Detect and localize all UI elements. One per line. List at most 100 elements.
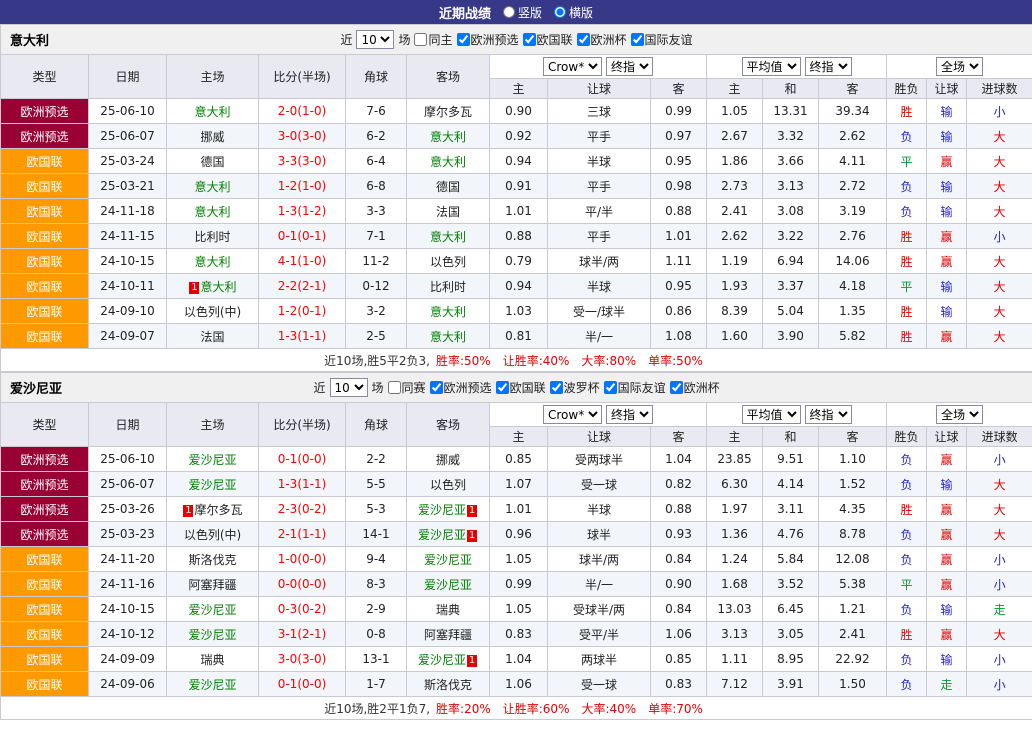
same-filter[interactable]: 同主: [414, 31, 452, 48]
sub-home-odds-header: 主: [490, 79, 548, 99]
result-outcome: 负: [887, 547, 927, 572]
rate-stat: 单率:50%: [648, 354, 703, 368]
competition-label: 波罗杯: [564, 379, 600, 396]
competition-type-badge: 欧国联: [1, 572, 89, 597]
avg-odds-stage-select[interactable]: 终指: [805, 405, 852, 424]
competition-filter[interactable]: 欧洲杯: [577, 31, 627, 48]
odds-stage-select[interactable]: 终指: [606, 405, 653, 424]
home-team-cell: 挪威: [167, 124, 259, 149]
result-outcome: 负: [887, 174, 927, 199]
col-type-header: 类型: [1, 403, 89, 447]
competition-checkbox[interactable]: [430, 381, 443, 394]
match-row: 欧国联 24-09-09 瑞典 3-0(3-0) 13-1 爱沙尼亚1 1.04…: [1, 647, 1032, 672]
same-checkbox[interactable]: [388, 381, 401, 394]
games-label: 场: [398, 31, 410, 48]
sub-avg-home-header: 主: [707, 79, 763, 99]
team-name: 比利时: [430, 280, 466, 294]
away-team-cell: 意大利: [407, 124, 490, 149]
vertical-layout-radio[interactable]: [503, 6, 515, 18]
avg-away-odds: 4.11: [819, 149, 887, 174]
layout-vertical-option[interactable]: 竖版: [503, 4, 542, 21]
team-name: 意大利: [194, 255, 230, 269]
competition-type-badge: 欧洲预选: [1, 522, 89, 547]
sub-avg-away-header: 客: [819, 427, 887, 447]
same-checkbox[interactable]: [414, 33, 427, 46]
handicap-home-odds: 1.01: [490, 199, 548, 224]
team-name: 爱沙尼亚: [418, 503, 466, 517]
competition-filter[interactable]: 国际友谊: [631, 31, 693, 48]
team-name: 摩尔多瓦: [424, 105, 472, 119]
score-cell: 1-3(1-2): [259, 199, 346, 224]
match-scope-select[interactable]: 全场: [936, 57, 983, 76]
match-count-select[interactable]: 10: [330, 378, 368, 397]
score-cell: 1-2(1-0): [259, 174, 346, 199]
competition-checkbox[interactable]: [604, 381, 617, 394]
competition-filter[interactable]: 欧洲预选: [457, 31, 519, 48]
average-odds-select[interactable]: 平均值: [742, 405, 801, 424]
col-date-header: 日期: [89, 403, 167, 447]
competition-checkbox[interactable]: [496, 381, 509, 394]
home-team-cell: 意大利: [167, 199, 259, 224]
result-outcome: 平: [887, 572, 927, 597]
bookmaker-select[interactable]: Crow*: [543, 57, 602, 76]
away-team-cell: 比利时: [407, 274, 490, 299]
competition-checkbox[interactable]: [550, 381, 563, 394]
handicap-line: 球半/两: [548, 547, 651, 572]
horizontal-layout-radio[interactable]: [554, 6, 566, 18]
rate-stat: 让胜率:60%: [503, 702, 570, 716]
handicap-home-odds: 0.99: [490, 572, 548, 597]
competition-filter[interactable]: 欧洲预选: [430, 379, 492, 396]
avg-away-odds: 1.52: [819, 472, 887, 497]
summary-row: 近10场,胜2平1负7,胜率:20%让胜率:60%大率:40%单率:70%: [1, 697, 1032, 720]
competition-filter[interactable]: 波罗杯: [550, 379, 600, 396]
handicap-home-odds: 0.94: [490, 149, 548, 174]
result-goals: 大: [967, 274, 1032, 299]
handicap-home-odds: 1.01: [490, 497, 548, 522]
avg-odds-stage-select[interactable]: 终指: [805, 57, 852, 76]
result-goals: 大: [967, 149, 1032, 174]
competition-filter[interactable]: 欧洲杯: [670, 379, 720, 396]
sub-outcome-header: 胜负: [887, 427, 927, 447]
match-date: 24-09-07: [89, 324, 167, 349]
sub-avg-draw-header: 和: [763, 79, 819, 99]
average-odds-select[interactable]: 平均值: [742, 57, 801, 76]
result-goals: 小: [967, 672, 1032, 697]
home-team-cell: 1摩尔多瓦: [167, 497, 259, 522]
result-goals: 大: [967, 249, 1032, 274]
sub-handicap-result-header: 让球: [927, 427, 967, 447]
match-date: 25-03-21: [89, 174, 167, 199]
match-row: 欧国联 25-03-21 意大利 1-2(1-0) 6-8 德国 0.91 平手…: [1, 174, 1032, 199]
competition-filter[interactable]: 欧国联: [523, 31, 573, 48]
team-name: 意大利: [194, 205, 230, 219]
bookmaker-select[interactable]: Crow*: [543, 405, 602, 424]
match-count-select[interactable]: 10: [356, 30, 394, 49]
handicap-away-odds: 0.93: [651, 522, 707, 547]
away-team-cell: 爱沙尼亚1: [407, 647, 490, 672]
score-cell: 0-1(0-0): [259, 447, 346, 472]
match-scope-select[interactable]: 全场: [936, 405, 983, 424]
competition-checkbox[interactable]: [631, 33, 644, 46]
topbar: 近期战绩 竖版 横版: [0, 0, 1032, 24]
competition-filter[interactable]: 国际友谊: [604, 379, 666, 396]
competition-type-badge: 欧国联: [1, 597, 89, 622]
avg-away-odds: 3.19: [819, 199, 887, 224]
competition-checkbox[interactable]: [457, 33, 470, 46]
home-team-cell: 1意大利: [167, 274, 259, 299]
handicap-home-odds: 0.85: [490, 447, 548, 472]
competition-checkbox[interactable]: [670, 381, 683, 394]
match-row: 欧洲预选 25-03-26 1摩尔多瓦 2-3(0-2) 5-3 爱沙尼亚1 1…: [1, 497, 1032, 522]
team-name: 摩尔多瓦: [194, 503, 242, 517]
result-handicap: 输: [927, 647, 967, 672]
layout-horizontal-option[interactable]: 横版: [554, 4, 593, 21]
result-outcome: 胜: [887, 224, 927, 249]
avg-draw-odds: 3.52: [763, 572, 819, 597]
away-team-cell: 爱沙尼亚1: [407, 522, 490, 547]
odds-stage-select[interactable]: 终指: [606, 57, 653, 76]
competition-checkbox[interactable]: [577, 33, 590, 46]
competition-type-badge: 欧洲预选: [1, 447, 89, 472]
result-goals: 大: [967, 174, 1032, 199]
competition-filter[interactable]: 欧国联: [496, 379, 546, 396]
same-filter[interactable]: 同赛: [388, 379, 426, 396]
competition-checkbox[interactable]: [523, 33, 536, 46]
sub-away-odds-header: 客: [651, 79, 707, 99]
